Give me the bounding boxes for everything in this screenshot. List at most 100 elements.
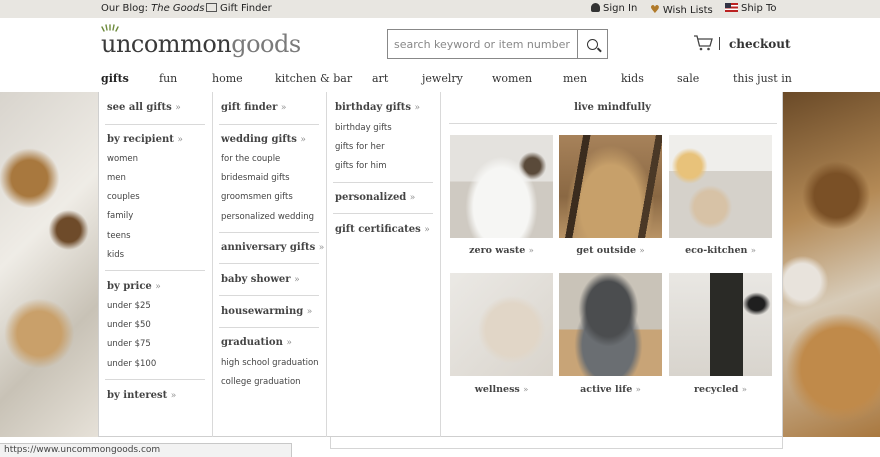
logo-text-1: uncommon [101, 30, 232, 58]
search-input[interactable] [388, 30, 578, 58]
chevron-right-icon: » [155, 282, 161, 292]
baby-shower-label: baby shower [221, 274, 291, 285]
wedding-bridesmaid-link[interactable]: bridesmaid gifts [221, 173, 290, 183]
wedding-for-couple-link[interactable]: for the couple [221, 154, 280, 164]
recycled-image[interactable] [669, 273, 772, 376]
birthday-gifts-sublink[interactable]: birthday gifts [335, 123, 392, 133]
utility-bar: Our Blog: The Goods Gift Finder Sign In … [0, 0, 880, 18]
housewarming-link[interactable]: housewarming » [221, 306, 312, 317]
by-recipient-label: by recipient [107, 134, 174, 145]
price-under-50-link[interactable]: under $50 [107, 320, 151, 330]
get-outside-link[interactable]: get outside » [559, 245, 662, 256]
page-content-edge [330, 437, 783, 449]
anniversary-label: anniversary gifts [221, 242, 316, 253]
column-divider [326, 92, 327, 437]
eco-kitchen-image[interactable] [669, 135, 772, 238]
gift-icon [206, 3, 217, 12]
site-logo[interactable]: uncommongoods [101, 30, 301, 58]
gift-finder-link[interactable]: Gift Finder [206, 3, 272, 14]
nav-fun[interactable]: fun [159, 72, 177, 85]
recipient-women-link[interactable]: women [107, 154, 138, 164]
recipient-teens-link[interactable]: teens [107, 231, 131, 241]
sign-in-link[interactable]: Sign In [591, 3, 637, 14]
recycled-link[interactable]: recycled » [669, 384, 772, 395]
nav-home[interactable]: home [212, 72, 243, 85]
recipient-kids-link[interactable]: kids [107, 250, 124, 260]
nav-gifts[interactable]: gifts [101, 72, 129, 85]
by-interest-label: by interest [107, 390, 168, 401]
birthday-gifts-label: birthday gifts [335, 102, 412, 113]
background-photo-left [0, 92, 98, 437]
column-divider [440, 92, 441, 437]
graduation-link[interactable]: graduation » [221, 337, 292, 348]
search-button[interactable] [577, 30, 607, 58]
gifts-for-him-link[interactable]: gifts for him [335, 161, 386, 171]
gift-certificates-link[interactable]: gift certificates » [335, 224, 430, 235]
chevron-right-icon: » [409, 193, 416, 203]
recipient-couples-link[interactable]: couples [107, 192, 140, 202]
chevron-right-icon: » [318, 243, 325, 253]
wedding-personalized-link[interactable]: personalized wedding [221, 212, 314, 222]
price-under-75-link[interactable]: under $75 [107, 339, 151, 349]
chevron-right-icon: » [306, 307, 313, 317]
recipient-family-link[interactable]: family [107, 211, 133, 221]
anniversary-gifts-link[interactable]: anniversary gifts » [221, 242, 324, 253]
zero-waste-link[interactable]: zero waste » [450, 245, 553, 256]
active-life-image[interactable] [559, 273, 662, 376]
wellness-link[interactable]: wellness » [450, 384, 553, 395]
blog-link[interactable]: Our Blog: The Goods [101, 3, 204, 14]
nav-this-just-in[interactable]: this just in [733, 72, 792, 85]
price-under-100-link[interactable]: under $100 [107, 359, 156, 369]
baby-shower-link[interactable]: baby shower » [221, 274, 300, 285]
checkout-link[interactable]: checkout [729, 37, 791, 51]
gift-certificates-label: gift certificates [335, 224, 421, 235]
live-mindfully-divider [449, 123, 777, 124]
by-recipient-link[interactable]: by recipient » [107, 134, 183, 145]
gifts-mega-menu: see all gifts » by recipient » women men… [98, 92, 783, 437]
wish-lists-link[interactable]: ♥ Wish Lists [650, 3, 713, 16]
see-all-gifts-link[interactable]: see all gifts » [107, 102, 181, 113]
chevron-right-icon: » [280, 103, 287, 113]
header-divider [719, 37, 720, 50]
recipient-men-link[interactable]: men [107, 173, 126, 183]
ship-to-link[interactable]: Ship To [725, 3, 777, 14]
zero-waste-image[interactable] [450, 135, 553, 238]
nav-women[interactable]: women [492, 72, 532, 85]
chevron-right-icon: » [741, 385, 747, 395]
background-photo-right [783, 92, 880, 437]
eco-kitchen-label: eco-kitchen [685, 245, 748, 256]
recycled-label: recycled [694, 384, 739, 395]
wedding-groomsmen-link[interactable]: groomsmen gifts [221, 192, 293, 202]
eco-kitchen-link[interactable]: eco-kitchen » [669, 245, 772, 256]
nav-jewelry[interactable]: jewelry [422, 72, 463, 85]
high-school-graduation-link[interactable]: high school graduation [221, 358, 319, 368]
search-icon [587, 38, 598, 50]
blog-prefix: Our Blog: [101, 3, 152, 14]
nav-kitchen-bar[interactable]: kitchen & bar [275, 72, 352, 85]
blog-name: The Goods [151, 3, 205, 14]
see-all-gifts-label: see all gifts [107, 102, 172, 113]
gifts-for-her-link[interactable]: gifts for her [335, 142, 385, 152]
get-outside-image[interactable] [559, 135, 662, 238]
wellness-image[interactable] [450, 273, 553, 376]
by-interest-link[interactable]: by interest » [107, 390, 176, 401]
nav-kids[interactable]: kids [621, 72, 644, 85]
by-price-label: by price [107, 281, 152, 292]
personalized-link[interactable]: personalized » [335, 192, 415, 203]
nav-sale[interactable]: sale [677, 72, 699, 85]
by-price-link[interactable]: by price » [107, 281, 161, 292]
price-under-25-link[interactable]: under $25 [107, 301, 151, 311]
active-life-link[interactable]: active life » [559, 384, 662, 395]
main-nav: gifts fun home kitchen & bar art jewelry… [0, 72, 880, 92]
chevron-right-icon: » [424, 225, 430, 235]
birthday-gifts-link[interactable]: birthday gifts » [335, 102, 420, 113]
nav-men[interactable]: men [563, 72, 587, 85]
ship-to-label: Ship To [741, 3, 777, 14]
gift-finder-menu-link[interactable]: gift finder » [221, 102, 286, 113]
heart-icon: ♥ [650, 3, 660, 16]
sign-in-label: Sign In [603, 3, 638, 14]
cart-icon[interactable] [693, 35, 713, 51]
wedding-gifts-link[interactable]: wedding gifts » [221, 134, 306, 145]
nav-art[interactable]: art [372, 72, 388, 85]
college-graduation-link[interactable]: college graduation [221, 377, 301, 387]
